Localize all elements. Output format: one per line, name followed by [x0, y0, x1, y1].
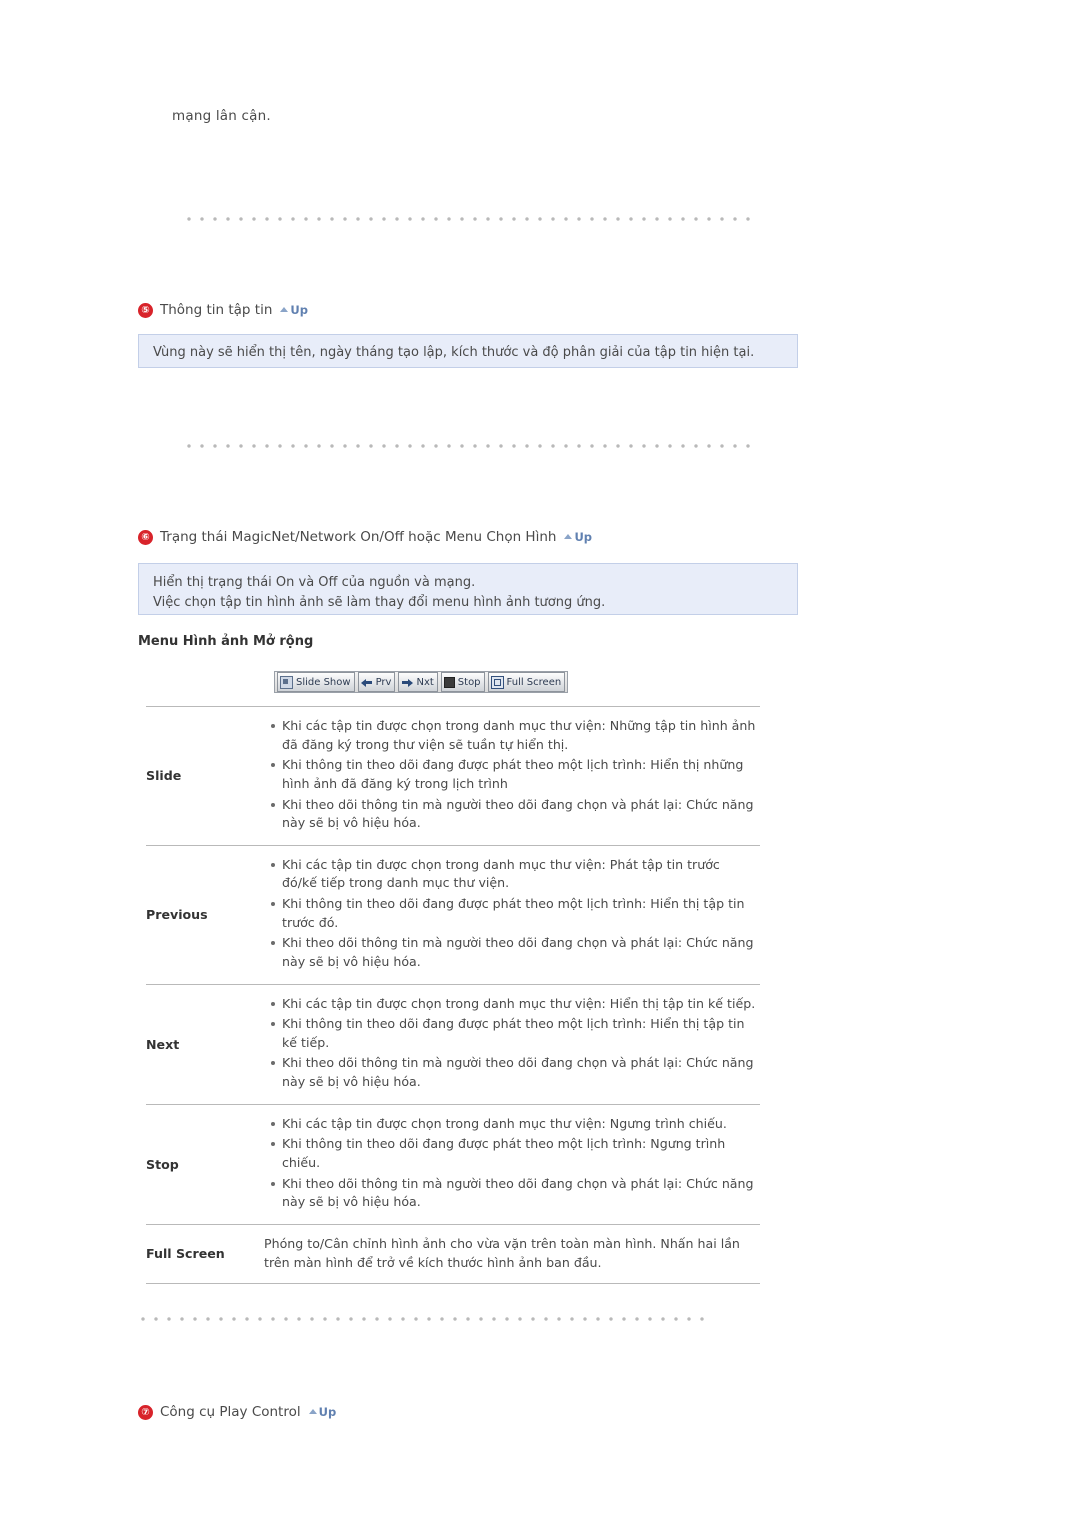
- list-item: Khi theo dõi thông tin mà người theo dõi…: [271, 934, 756, 971]
- section-title-6: Trạng thái MagicNet/Network On/Off hoặc …: [160, 529, 557, 545]
- toolbar-button-stop[interactable]: Stop: [440, 672, 485, 692]
- row-label-next: Next: [146, 1036, 180, 1052]
- dotted-separator: [140, 1316, 712, 1322]
- toolbar-label-full-screen: Full Screen: [506, 676, 562, 688]
- row-label-stop: Stop: [146, 1156, 179, 1172]
- section-heading-7: ⑦ Công cụ Play Control Up: [138, 1404, 336, 1420]
- toolbar-label-stop: Stop: [457, 676, 481, 688]
- list-item: Khi các tập tin được chọn trong danh mục…: [271, 856, 756, 893]
- toolbar-button-slide-show[interactable]: Slide Show: [277, 672, 355, 692]
- subsection-title: Menu Hình ảnh Mở rộng: [138, 634, 314, 649]
- document-page: mạng lân cận. ⑤ Thông tin tập tin Up Vùn…: [0, 0, 1080, 1528]
- top-text-fragment: mạng lân cận.: [172, 108, 271, 124]
- arrow-right-icon: [401, 678, 414, 687]
- full-screen-icon: [490, 675, 504, 689]
- row-body-full-screen: Phóng to/Cân chỉnh hình ảnh cho vừa vặn …: [264, 1224, 760, 1283]
- list-item: Khi thông tin theo dõi đang được phát th…: [271, 756, 756, 793]
- note-text-6-line-2: Việc chọn tập tin hình ảnh sẽ làm thay đ…: [153, 595, 606, 611]
- list-item: Khi các tập tin được chọn trong danh mục…: [271, 1115, 756, 1134]
- toolbar-label-nxt: Nxt: [416, 676, 434, 688]
- row-body-slide: Khi các tập tin được chọn trong danh mục…: [264, 707, 760, 846]
- section-number-7: ⑦: [138, 1404, 153, 1420]
- section-number-5: ⑤: [138, 302, 153, 318]
- up-link-6[interactable]: Up: [564, 530, 592, 544]
- up-link-7[interactable]: Up: [308, 1405, 337, 1419]
- up-arrow-icon: [308, 1408, 317, 1414]
- row-label-slide: Slide: [146, 768, 182, 784]
- section-title-7: Công cụ Play Control: [160, 1404, 301, 1420]
- toolbar-label-slide-show: Slide Show: [296, 676, 351, 688]
- note-box-5: Vùng này sẽ hiển thị tên, ngày tháng tạo…: [138, 334, 798, 368]
- table-row: Stop Khi các tập tin được chọn trong dan…: [146, 1104, 760, 1225]
- extended-image-menu-table: Slide Khi các tập tin được chọn trong da…: [146, 706, 760, 1284]
- slide-show-icon: [280, 675, 293, 689]
- section-number-6: ⑥: [138, 529, 153, 545]
- up-link-5[interactable]: Up: [280, 303, 308, 317]
- extended-image-menu-toolbar: Slide Show Prv Nxt Stop Full Screen: [274, 671, 569, 693]
- table-row: Slide Khi các tập tin được chọn trong da…: [146, 706, 760, 846]
- toolbar-button-prv[interactable]: Prv: [357, 672, 396, 692]
- up-arrow-icon: [280, 306, 289, 312]
- note-text-6-line-1: Hiển thị trạng thái On và Off của nguồn …: [153, 575, 476, 590]
- list-item: Khi thông tin theo dõi đang được phát th…: [271, 1135, 756, 1172]
- section-heading-6: ⑥ Trạng thái MagicNet/Network On/Off hoặ…: [138, 529, 592, 545]
- row-body-next: Khi các tập tin được chọn trong danh mục…: [264, 984, 760, 1104]
- list-item: Khi các tập tin được chọn trong danh mục…: [271, 717, 756, 754]
- list-item: Khi thông tin theo dõi đang được phát th…: [271, 895, 756, 932]
- stop-square-icon: [443, 676, 455, 688]
- section-heading-5: ⑤ Thông tin tập tin Up: [138, 302, 308, 318]
- note-text-5: Vùng này sẽ hiển thị tên, ngày tháng tạo…: [153, 345, 755, 360]
- up-arrow-icon: [564, 533, 573, 539]
- note-box-6: Hiển thị trạng thái On và Off của nguồn …: [138, 563, 798, 615]
- toolbar-button-nxt[interactable]: Nxt: [398, 672, 438, 692]
- list-item: Khi theo dõi thông tin mà người theo dõi…: [271, 1175, 756, 1212]
- up-link-label-6: Up: [574, 530, 593, 544]
- row-label-previous: Previous: [146, 907, 208, 923]
- toolbar-button-full-screen[interactable]: Full Screen: [487, 672, 566, 692]
- list-item: Khi các tập tin được chọn trong danh mục…: [271, 995, 756, 1014]
- table-row: Full Screen Phóng to/Cân chỉnh hình ảnh …: [146, 1224, 760, 1284]
- dotted-separator: [186, 216, 758, 222]
- up-link-label-7: Up: [318, 1405, 337, 1419]
- arrow-left-icon: [360, 678, 373, 687]
- dotted-separator: [186, 443, 758, 449]
- list-item: Khi thông tin theo dõi đang được phát th…: [271, 1015, 756, 1052]
- row-text-full-screen: Phóng to/Cân chỉnh hình ảnh cho vừa vặn …: [264, 1235, 740, 1270]
- toolbar-label-prv: Prv: [375, 676, 392, 688]
- row-body-stop: Khi các tập tin được chọn trong danh mục…: [264, 1104, 760, 1224]
- table-row: Previous Khi các tập tin được chọn trong…: [146, 845, 760, 984]
- list-item: Khi theo dõi thông tin mà người theo dõi…: [271, 1054, 756, 1091]
- section-title-5: Thông tin tập tin: [160, 302, 273, 318]
- up-link-label-5: Up: [290, 303, 308, 317]
- row-label-full-screen: Full Screen: [146, 1246, 225, 1262]
- row-body-previous: Khi các tập tin được chọn trong danh mục…: [264, 845, 760, 984]
- table-row: Next Khi các tập tin được chọn trong dan…: [146, 984, 760, 1105]
- list-item: Khi theo dõi thông tin mà người theo dõi…: [271, 796, 756, 833]
